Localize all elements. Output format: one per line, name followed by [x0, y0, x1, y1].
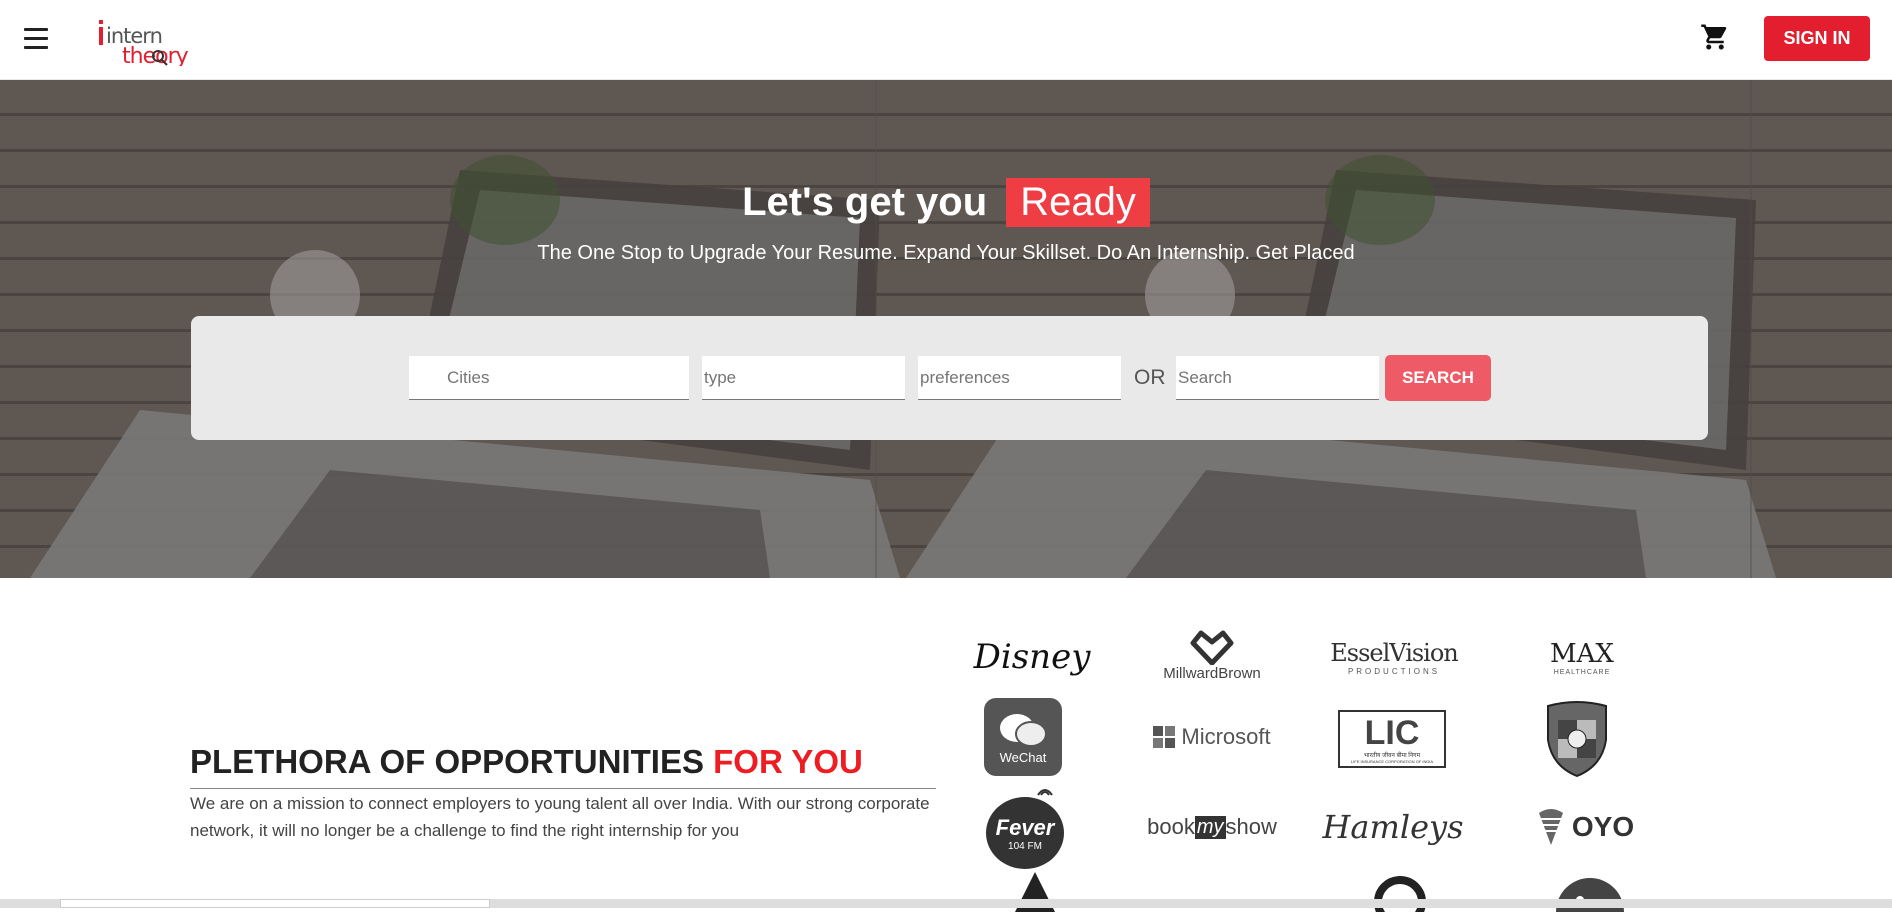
opportunities-heading-highlight: FOR YOU — [713, 743, 863, 780]
partner-logo-microsoft: Microsoft — [1150, 714, 1274, 760]
type-input[interactable] — [702, 356, 905, 400]
partner-logo-hamleys: Hamleys — [1322, 808, 1464, 846]
sign-in-button[interactable]: SIGN IN — [1764, 16, 1870, 61]
partner-logo-bookmyshow: book my show — [1147, 814, 1277, 839]
preferences-input[interactable] — [918, 356, 1121, 400]
partner-logo-fever-fm: Fever 104 FM — [980, 780, 1070, 872]
hero-title: Let's get you Ready — [0, 178, 1892, 227]
partner-logo-lic: LIC भारतीय जीवन बीमा निगम LIFE INSURANCE… — [1338, 710, 1446, 768]
hamburger-icon[interactable] — [24, 28, 52, 52]
search-button[interactable]: SEARCH — [1385, 355, 1491, 401]
bottom-card-edge — [60, 899, 490, 908]
partner-logo-wechat: WeChat — [984, 698, 1062, 776]
opportunities-description: We are on a mission to connect employers… — [190, 794, 930, 840]
partner-logo-max-healthcare: MAX HEALTHCARE — [1550, 638, 1614, 676]
partner-logo-esselvision: EsselVision PRODUCTIONS — [1330, 638, 1459, 676]
hero-title-prefix: Let's get you — [742, 180, 988, 224]
site-logo[interactable]: intern theory — [96, 12, 196, 69]
opportunities-heading: PLETHORA OF OPPORTUNITIES FOR YOU — [190, 743, 863, 781]
top-navbar: intern theory SIGN IN — [0, 0, 1892, 80]
partner-logos-grid: Disney MillwardBrown EsselVision PRODUCT… — [960, 610, 1700, 912]
cart-icon[interactable] — [1700, 22, 1730, 52]
search-input[interactable] — [1176, 356, 1379, 400]
hero-subtitle: The One Stop to Upgrade Your Resume. Exp… — [537, 242, 1355, 264]
search-panel: OR SEARCH — [191, 316, 1708, 440]
svg-text:theory: theory — [122, 44, 189, 66]
partner-logo-disney: Disney — [973, 637, 1091, 677]
cities-input[interactable] — [409, 356, 689, 400]
partner-logo-oyo: OYO — [1530, 804, 1640, 850]
hero-title-highlight: Ready — [1006, 178, 1150, 227]
heading-divider — [190, 788, 936, 789]
hero-banner: Let's get you Ready The One Stop to Upgr… — [0, 80, 1892, 578]
partner-logo-millwardbrown: MillwardBrown — [1150, 618, 1274, 692]
opportunities-heading-prefix: PLETHORA OF OPPORTUNITIES — [190, 743, 704, 780]
or-label: OR — [1134, 366, 1166, 389]
partner-logo-porsche: PORSCHE — [1540, 694, 1614, 780]
